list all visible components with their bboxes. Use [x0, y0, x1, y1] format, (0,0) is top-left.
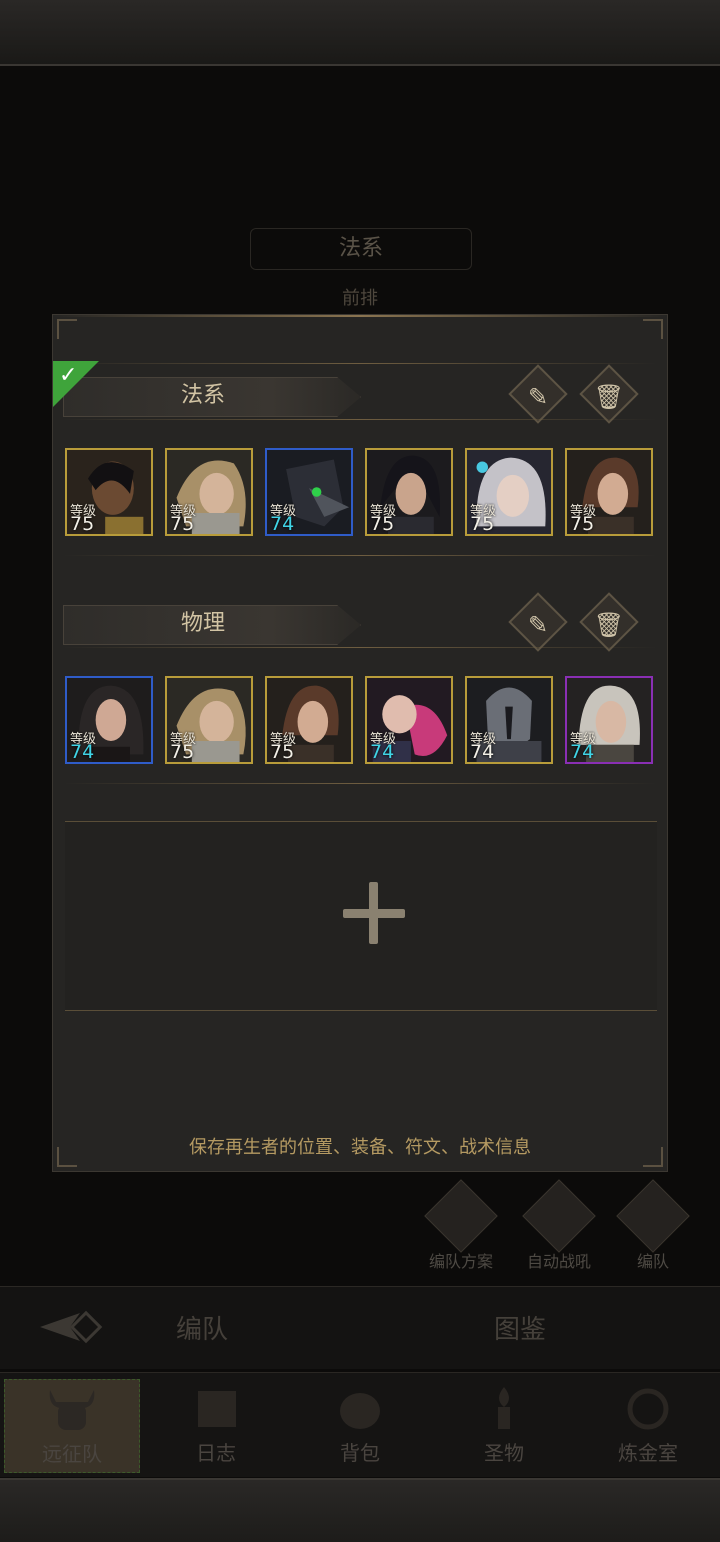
bottom-decorative-bar — [0, 1478, 720, 1542]
panel-tip: 保存再生者的位置、装备、符文、战术信息 — [189, 1137, 531, 1158]
auto-warcry-button[interactable]: 自动战吼 — [516, 1179, 602, 1271]
tab-bar: 编队 图鉴 — [0, 1286, 720, 1369]
hero-level: 74 — [570, 741, 595, 763]
back-arrow-icon[interactable] — [0, 1297, 130, 1357]
hero-slot[interactable]: 等级 75 — [365, 448, 453, 536]
team-name: 物理 — [180, 611, 225, 636]
hero-slot[interactable]: 等级 75 — [65, 448, 153, 536]
rename-button[interactable]: ✎ — [508, 592, 568, 652]
hero-slot[interactable]: 等级 75 — [165, 676, 253, 764]
formation-plan-panel: 法系 ✓ ✎ 🗑 等级 75 等级 75 等级 74 等级 75 等级 75 等… — [52, 314, 668, 1172]
hero-slot[interactable]: 等级 75 — [465, 448, 553, 536]
hero-slot[interactable]: 等级 75 — [165, 448, 253, 536]
nav-bag[interactable]: 背包 — [292, 1379, 428, 1473]
rename-button[interactable]: ✎ — [508, 364, 568, 424]
helmet-icon — [424, 1179, 498, 1253]
trash-icon: 🗑 — [593, 610, 625, 639]
bag-icon — [340, 1393, 380, 1429]
delete-button[interactable]: 🗑 — [579, 592, 639, 652]
hero-slot[interactable]: 等级 74 — [365, 676, 453, 764]
nav-relic[interactable]: 圣物 — [436, 1379, 572, 1473]
hero-level: 74 — [470, 741, 495, 763]
alchemy-icon — [627, 1388, 669, 1430]
checkmark-icon: ✓ — [59, 363, 78, 388]
tab-formation[interactable]: 编队 — [176, 1309, 228, 1346]
hero-slot[interactable]: 等级 74 — [265, 448, 353, 536]
divider — [63, 783, 657, 784]
nav-expedition[interactable]: 远征队 — [4, 1379, 140, 1473]
nav-label: 远征队 — [42, 1442, 102, 1466]
scroll-icon — [198, 1391, 236, 1427]
hero-level: 75 — [570, 513, 595, 535]
add-team-slot[interactable] — [65, 821, 657, 1011]
background-formation-title: 法系 — [250, 228, 472, 270]
team-plan-2[interactable]: 物理 ✎ 🗑 等级 74 等级 75 等级 75 等级 74 等级 74 等级 … — [53, 591, 667, 821]
nav-label: 背包 — [340, 1441, 380, 1465]
grid-icon — [616, 1179, 690, 1253]
torch-icon — [498, 1387, 510, 1429]
nav-journal[interactable]: 日志 — [148, 1379, 284, 1473]
nav-label: 圣物 — [484, 1441, 524, 1465]
delete-button[interactable]: 🗑 — [579, 364, 639, 424]
viking-helmet-icon — [49, 1390, 95, 1430]
hero-slot[interactable]: 等级 74 — [465, 676, 553, 764]
hero-level: 75 — [370, 513, 395, 535]
divider — [63, 555, 657, 556]
quill-icon: ✎ — [527, 610, 549, 639]
nav-alchemy[interactable]: 炼金室 — [580, 1379, 716, 1473]
hero-level: 75 — [470, 513, 495, 535]
hero-slot[interactable]: 等级 75 — [265, 676, 353, 764]
hero-level: 74 — [270, 513, 295, 535]
background-row-label: 前排 — [342, 288, 378, 309]
auto-icon — [522, 1179, 596, 1253]
quill-icon: ✎ — [527, 382, 549, 411]
hero-level: 75 — [270, 741, 295, 763]
hero-level: 74 — [370, 741, 395, 763]
hero-level: 75 — [170, 741, 195, 763]
nav-label: 日志 — [196, 1441, 236, 1465]
formation-plan-button[interactable]: 编队方案 — [418, 1179, 504, 1271]
hero-slot[interactable]: 等级 75 — [565, 448, 653, 536]
hero-level: 74 — [70, 741, 95, 763]
divider — [63, 647, 657, 648]
top-decorative-bar — [0, 0, 720, 66]
hero-row: 等级 74 等级 75 等级 75 等级 74 等级 74 等级 74 — [65, 676, 657, 768]
nav-label: 炼金室 — [618, 1441, 678, 1465]
hero-row: 等级 75 等级 75 等级 74 等级 75 等级 75 等级 75 — [65, 448, 657, 540]
hero-level: 75 — [170, 513, 195, 535]
bottom-nav: 远征队 日志 背包 圣物 炼金室 — [0, 1372, 720, 1477]
trash-icon: 🗑 — [593, 382, 625, 411]
tab-codex[interactable]: 图鉴 — [494, 1309, 546, 1346]
hero-slot[interactable]: 等级 74 — [65, 676, 153, 764]
team-plan-1[interactable]: 法系 ✓ ✎ 🗑 等级 75 等级 75 等级 74 等级 75 等级 75 等… — [53, 315, 667, 565]
formation-button[interactable]: 编队 — [610, 1179, 696, 1271]
hero-slot[interactable]: 等级 74 — [565, 676, 653, 764]
plus-icon — [343, 882, 405, 944]
hero-level: 75 — [70, 513, 95, 535]
divider — [63, 419, 657, 420]
divider — [63, 363, 657, 364]
